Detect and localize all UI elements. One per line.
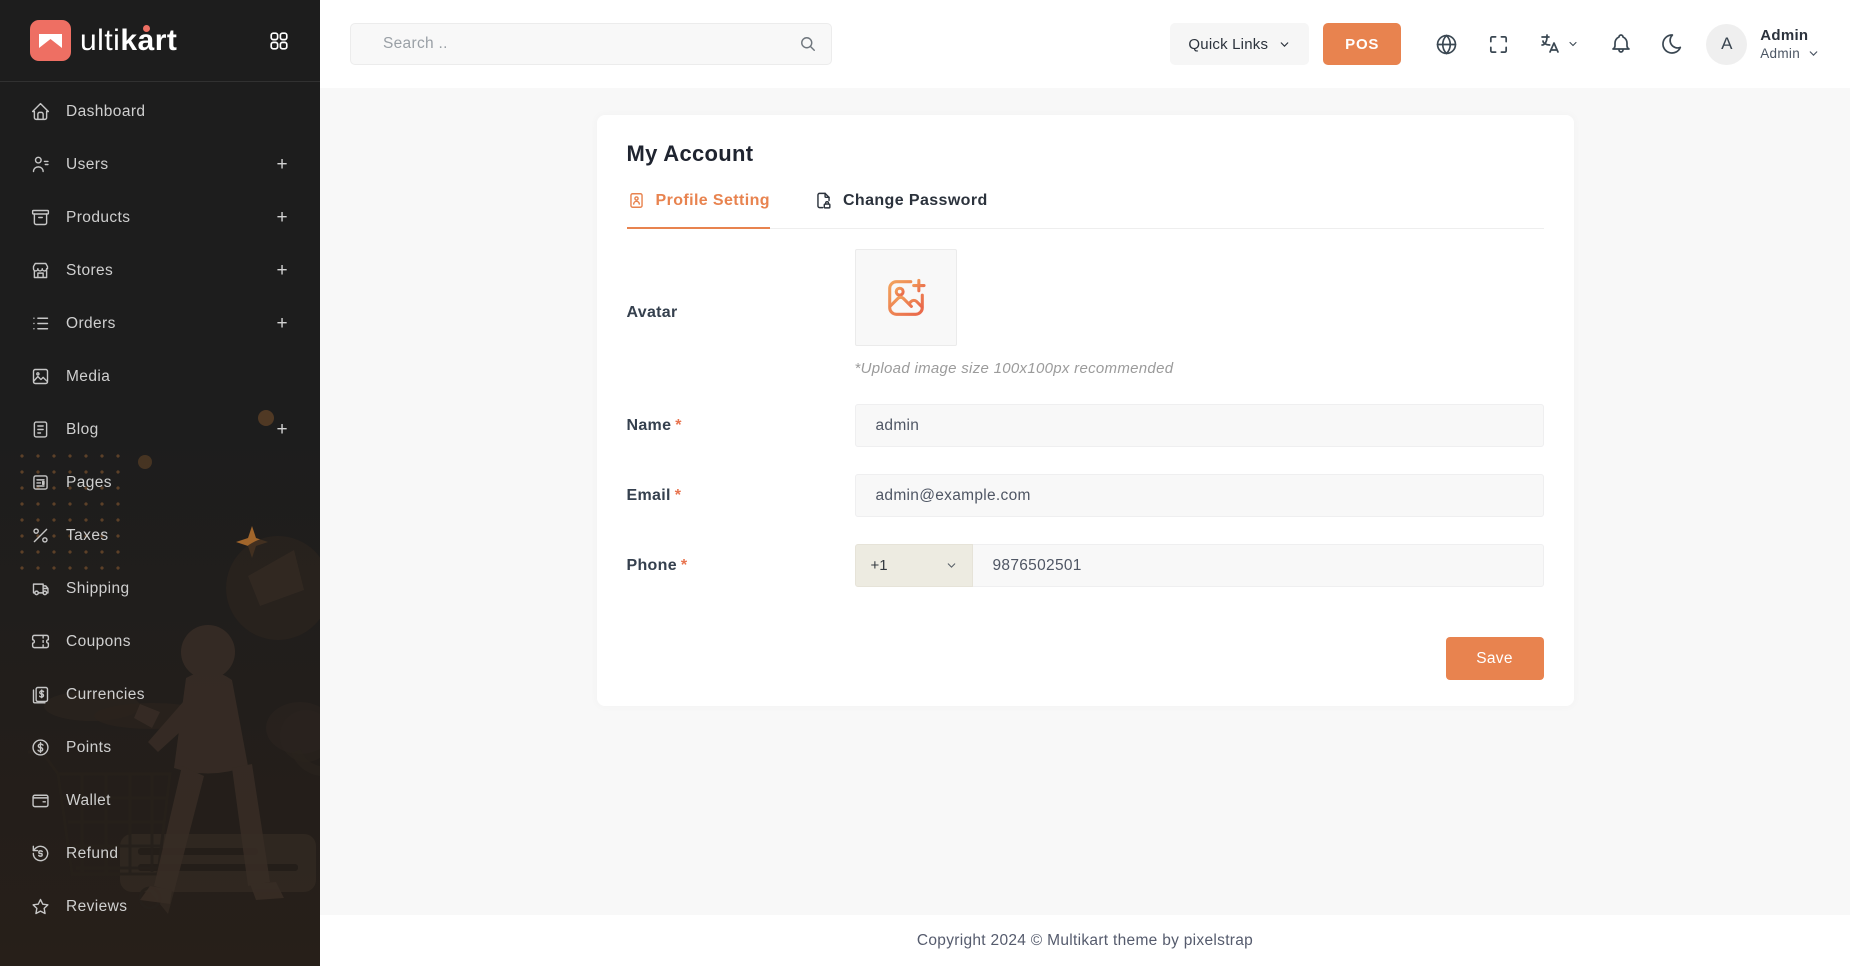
user-role: Admin (1760, 46, 1800, 61)
pos-button[interactable]: POS (1323, 23, 1401, 65)
refund-icon (30, 843, 51, 864)
expand-plus-icon[interactable]: + (277, 420, 289, 439)
sidebar-item-points[interactable]: Points (0, 721, 320, 774)
sidebar-nav: Dashboard Users + Products + Stores + Or… (0, 82, 320, 933)
chevron-down-icon (1807, 47, 1820, 60)
tab-profile-setting[interactable]: Profile Setting (627, 191, 770, 229)
sidebar-item-media[interactable]: Media (0, 350, 320, 403)
search-input[interactable] (350, 23, 832, 65)
phone-country-select[interactable]: +1 (855, 544, 973, 587)
required-asterisk: * (675, 417, 682, 434)
home-icon (30, 101, 51, 122)
sidebar-item-refund[interactable]: Refund (0, 827, 320, 880)
products-icon (30, 207, 51, 228)
sidebar-item-shipping[interactable]: Shipping (0, 562, 320, 615)
phone-label: Phone* (627, 557, 855, 575)
tab-change-password[interactable]: Change Password (814, 191, 988, 229)
page-title: My Account (627, 141, 1544, 167)
required-asterisk: * (681, 557, 688, 574)
wallet-icon (30, 790, 51, 811)
media-image-icon (30, 366, 51, 387)
percent-icon (30, 525, 51, 546)
sidebar-item-products[interactable]: Products + (0, 191, 320, 244)
sidebar-item-blog[interactable]: Blog + (0, 403, 320, 456)
chevron-down-icon (1278, 38, 1291, 51)
file-lock-icon (814, 191, 833, 210)
name-label: Name* (627, 417, 855, 435)
search-icon[interactable] (798, 34, 818, 54)
brand-logo[interactable]: ultikart (30, 20, 177, 61)
notifications-bell-icon[interactable] (1609, 32, 1633, 56)
name-input[interactable] (855, 404, 1544, 447)
account-tabs: Profile Setting Change Password (627, 191, 1544, 229)
sidebar-item-currencies[interactable]: Currencies (0, 668, 320, 721)
dark-mode-moon-icon[interactable] (1660, 32, 1684, 56)
content-area: My Account Profile Setting Change Passwo… (320, 88, 1850, 915)
chevron-down-icon (1567, 38, 1579, 50)
name-row: Name* (627, 404, 1544, 447)
orders-list-icon (30, 313, 51, 334)
sidebar-toggle-grid-icon[interactable] (268, 30, 290, 52)
email-input[interactable] (855, 474, 1544, 517)
expand-plus-icon[interactable]: + (277, 208, 289, 227)
pages-icon (30, 472, 51, 493)
sidebar-item-wallet[interactable]: Wallet (0, 774, 320, 827)
profile-form: Avatar (627, 229, 1544, 680)
photo-plus-icon (883, 275, 929, 321)
sidebar: ultikart Dashboard Users + Products + St… (0, 0, 320, 966)
footer: Copyright 2024 © Multikart theme by pixe… (320, 915, 1850, 966)
user-menu[interactable]: Admin Admin (1760, 27, 1820, 61)
avatar-upload-hint: *Upload image size 100x100px recommended (855, 360, 1544, 377)
avatar-label: Avatar (627, 304, 855, 322)
required-asterisk: * (675, 487, 682, 504)
avatar-upload-box[interactable] (855, 249, 957, 346)
email-row: Email* (627, 474, 1544, 517)
blog-icon (30, 419, 51, 440)
sidebar-item-pages[interactable]: Pages (0, 456, 320, 509)
sidebar-item-orders[interactable]: Orders + (0, 297, 320, 350)
avatar-row: Avatar (627, 249, 1544, 377)
sidebar-item-taxes[interactable]: Taxes (0, 509, 320, 562)
users-icon (30, 154, 51, 175)
quick-links-button[interactable]: Quick Links (1170, 23, 1309, 65)
fullscreen-icon[interactable] (1487, 33, 1510, 56)
id-badge-icon (627, 191, 646, 210)
truck-icon (30, 578, 51, 599)
brand-logo-text: ultikart (80, 24, 177, 58)
sidebar-item-dashboard[interactable]: Dashboard (0, 85, 320, 138)
email-label: Email* (627, 487, 855, 505)
sidebar-item-users[interactable]: Users + (0, 138, 320, 191)
user-name: Admin (1760, 27, 1820, 44)
topbar: Quick Links POS A Admin (320, 0, 1850, 88)
copyright-text: Copyright 2024 © Multikart theme by pixe… (917, 932, 1253, 950)
my-account-card: My Account Profile Setting Change Passwo… (597, 115, 1574, 706)
phone-input[interactable] (973, 544, 1544, 587)
topbar-controls: Quick Links POS A Admin (1170, 23, 1820, 65)
currency-note-icon (30, 684, 51, 705)
chevron-down-icon (945, 559, 958, 572)
save-button[interactable]: Save (1446, 637, 1544, 680)
ticket-icon (30, 631, 51, 652)
store-icon (30, 260, 51, 281)
sidebar-item-coupons[interactable]: Coupons (0, 615, 320, 668)
globe-icon[interactable] (1434, 32, 1459, 57)
user-avatar[interactable]: A (1706, 24, 1747, 65)
star-icon (30, 896, 51, 917)
sidebar-item-stores[interactable]: Stores + (0, 244, 320, 297)
brand-logo-icon (30, 20, 71, 61)
sidebar-item-reviews[interactable]: Reviews (0, 880, 320, 933)
phone-row: Phone* +1 (627, 544, 1544, 587)
expand-plus-icon[interactable]: + (277, 155, 289, 174)
coin-icon (30, 737, 51, 758)
language-icon[interactable] (1538, 32, 1579, 56)
sidebar-logo-row: ultikart (0, 0, 320, 82)
expand-plus-icon[interactable]: + (277, 314, 289, 333)
expand-plus-icon[interactable]: + (277, 261, 289, 280)
search-bar (350, 23, 832, 65)
